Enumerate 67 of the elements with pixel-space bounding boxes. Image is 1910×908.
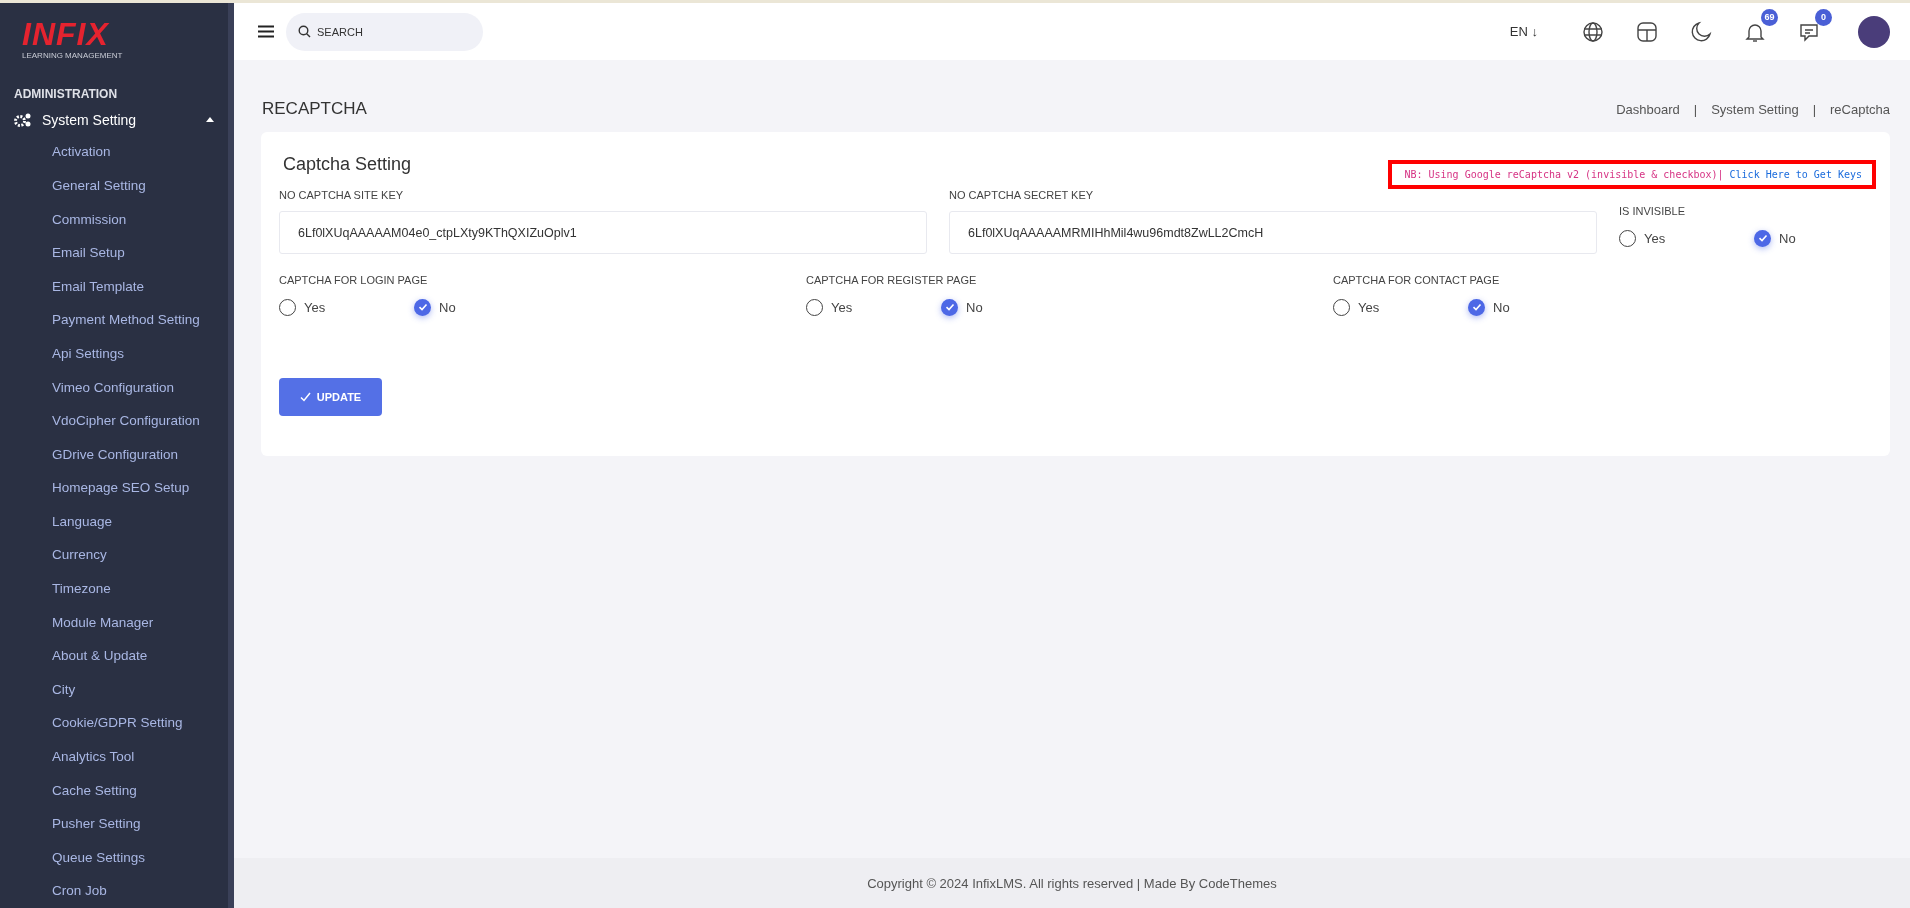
sidebar-item[interactable]: Activation: [52, 135, 111, 169]
sidebar-item[interactable]: Cron Job: [52, 874, 107, 908]
radio-option[interactable]: No: [414, 298, 494, 316]
radio-option[interactable]: Yes: [279, 298, 414, 316]
footer-text: Copyright © 2024 InfixLMS. All rights reserved | Made By CodeThemes: [867, 875, 1277, 891]
sidebar-item[interactable]: Cache Setting: [52, 773, 137, 808]
logo-wordmark: INFIX: [22, 19, 109, 49]
sidebar-section-heading: ADMINISTRATION: [14, 86, 118, 101]
sidebar-item[interactable]: General Setting: [52, 168, 146, 203]
field-label: CAPTCHA FOR LOGIN PAGE: [279, 274, 428, 287]
field-label: NO CAPTCHA SITE KEY: [279, 189, 404, 202]
note-text: NB: Using Google reCaptcha v2 (invisible & checkbox)|: [1404, 169, 1724, 180]
sidebar-item[interactable]: Vimeo Configuration: [52, 370, 175, 405]
sidebar-item[interactable]: City: [52, 672, 76, 707]
sidebar-item[interactable]: VdoCipher Configuration: [52, 404, 200, 438]
card-title: Captcha Setting: [283, 154, 412, 175]
sidebar-item[interactable]: Email Setup: [52, 236, 125, 270]
field-label: CAPTCHA FOR CONTACT PAGE: [1333, 274, 1500, 287]
sidebar-item[interactable]: Currency: [52, 538, 107, 573]
radio-option[interactable]: Yes: [806, 298, 941, 316]
sidebar-item[interactable]: Homepage SEO Setup: [52, 471, 190, 505]
sidebar-item[interactable]: GDrive Configuration: [52, 437, 179, 472]
key-input[interactable]: 6Lf0lXUqAAAAAMRMIHhMil4wu96mdt8ZwLL2CmcH: [949, 211, 1597, 254]
key-input[interactable]: 6Lf0lXUqAAAAAM04e0_ctpLXty9KThQXIZuOplv1: [279, 211, 927, 254]
sidebar-item[interactable]: Pusher Setting: [52, 807, 141, 841]
check-icon: [299, 392, 311, 402]
radio-option[interactable]: Yes: [1619, 229, 1754, 247]
sidebar-item[interactable]: Analytics Tool: [52, 740, 135, 774]
field-label: IS INVISIBLE: [1619, 205, 1686, 218]
gears-icon: [14, 111, 32, 128]
check-icon: [944, 302, 955, 312]
get-keys-link[interactable]: Click Here to Get Keys: [1729, 169, 1862, 180]
breadcrumb-link[interactable]: Dashboard: [1616, 101, 1680, 117]
radio-option[interactable]: Yes: [1333, 298, 1468, 316]
field-label: CAPTCHA FOR REGISTER PAGE: [806, 274, 977, 287]
message-count: 0: [1815, 8, 1832, 26]
sidebar-item[interactable]: Module Manager: [52, 605, 154, 640]
search-icon: [298, 24, 311, 38]
breadcrumb-link[interactable]: System Setting: [1711, 101, 1799, 117]
radio-option[interactable]: No: [941, 298, 1021, 316]
check-icon: [1471, 302, 1482, 312]
check-icon: [417, 302, 428, 312]
logo-tagline: LEARNING MANAGEMENT: [22, 51, 123, 60]
page-title: RECAPTCHA: [262, 99, 368, 119]
sidebar-item[interactable]: Payment Method Setting: [52, 303, 200, 337]
sidebar-item[interactable]: Api Settings: [52, 336, 125, 371]
check-icon: [1757, 233, 1768, 243]
breadcrumb-link[interactable]: reCaptcha: [1830, 101, 1890, 117]
search-field[interactable]: SEARCH: [286, 12, 483, 51]
sidebar-item[interactable]: Timezone: [52, 572, 111, 606]
notification-count: 69: [1761, 8, 1778, 26]
radio-option[interactable]: No: [1754, 229, 1834, 247]
menu-icon[interactable]: [258, 25, 274, 38]
avatar[interactable]: [1858, 15, 1890, 48]
sidebar-item[interactable]: Queue Settings: [52, 840, 146, 875]
sidebar-item[interactable]: About & Update: [52, 639, 148, 673]
update-button[interactable]: UPDATE: [279, 378, 382, 416]
breadcrumb-separator: |: [1812, 101, 1816, 117]
breadcrumb-separator: |: [1693, 101, 1698, 117]
sidebar-group[interactable]: System Setting: [42, 111, 196, 128]
language-selector[interactable]: EN ↓: [1509, 24, 1538, 39]
sidebar-item[interactable]: Language: [52, 504, 113, 539]
sidebar-item[interactable]: Email Template: [52, 269, 145, 304]
field-label: NO CAPTCHA SECRET KEY: [949, 189, 1094, 202]
sidebar-item[interactable]: Cookie/GDPR Setting: [52, 706, 183, 741]
sidebar-item[interactable]: Commission: [52, 202, 127, 237]
radio-option[interactable]: No: [1468, 298, 1548, 316]
